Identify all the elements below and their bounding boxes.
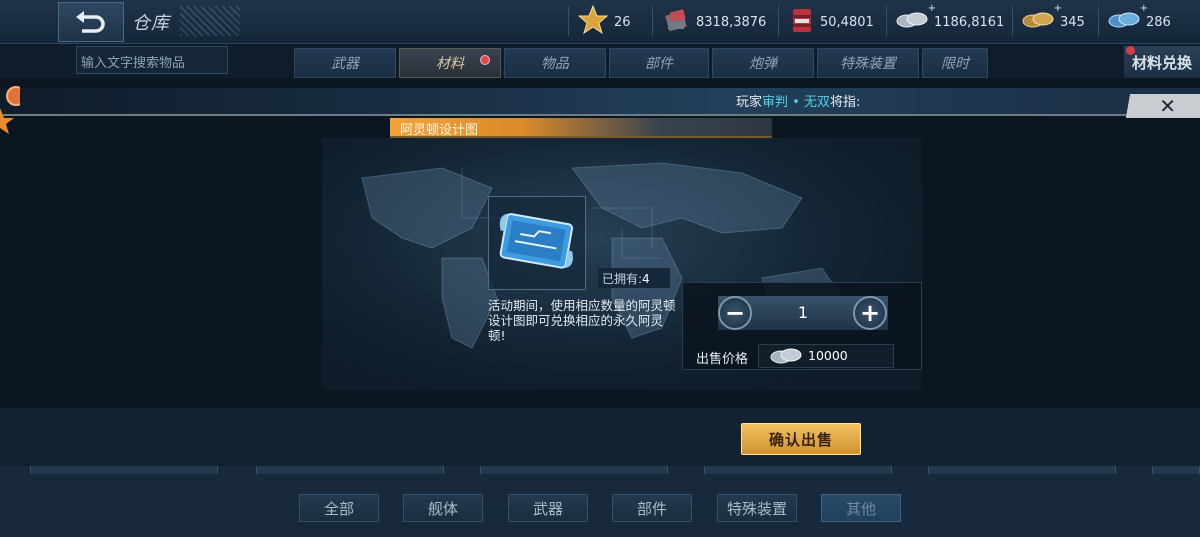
news-prefix: 玩家 xyxy=(736,95,763,110)
item-slot-edge xyxy=(30,466,218,474)
resource-value: 8318,3876 xyxy=(696,14,767,30)
tab-label: 武器 xyxy=(331,56,359,72)
tab-label: 物品 xyxy=(541,56,569,72)
resource-gold[interactable]: + 345 xyxy=(1022,3,1085,38)
item-description: 活动期间，使用相应数量的阿灵顿设计图即可兑换相应的永久阿灵顿! xyxy=(488,298,676,343)
event-badge-icon[interactable] xyxy=(0,86,26,142)
tab-weapons[interactable]: 武器 xyxy=(294,48,396,78)
filter-special-devices[interactable]: 特殊装置 xyxy=(717,494,797,522)
increase-button[interactable]: + xyxy=(853,296,887,330)
owned-value: 4 xyxy=(642,272,650,286)
divider xyxy=(568,6,569,36)
title-decoration xyxy=(180,6,240,36)
item-slot-edge xyxy=(704,466,892,474)
owned-label: 已拥有: xyxy=(602,272,643,286)
resource-value: 26 xyxy=(614,14,631,30)
tab-shells[interactable]: 炮弹 xyxy=(712,48,814,78)
price-value: 10000 xyxy=(808,348,848,363)
resource-value: 50,4801 xyxy=(820,14,874,30)
owned-count: 已拥有:4 xyxy=(598,268,670,288)
resource-gems[interactable]: + 286 xyxy=(1108,3,1171,38)
item-slot-edge xyxy=(480,466,668,474)
tab-parts[interactable]: 部件 xyxy=(609,48,709,78)
tab-label: 材料 xyxy=(436,56,464,72)
blue-gems-icon: + xyxy=(1108,3,1148,35)
resource-silver[interactable]: + 1186,8161 xyxy=(896,3,1005,38)
filter-weapons[interactable]: 武器 xyxy=(508,494,588,522)
tab-label: 特殊装置 xyxy=(840,56,896,72)
notification-dot xyxy=(480,55,490,65)
quantity-value[interactable]: 1 xyxy=(790,303,816,322)
close-button[interactable]: ✕ xyxy=(1120,94,1200,118)
item-name-bar: 阿灵顿设计图 xyxy=(390,118,772,138)
filter-hull[interactable]: 舰体 xyxy=(403,494,483,522)
news-message: 玩家审判 • 无双将指: xyxy=(736,91,860,110)
divider xyxy=(1098,6,1099,36)
material-exchange-button[interactable]: 材料兑换 xyxy=(1124,46,1200,78)
page-title: 仓库 xyxy=(132,13,170,34)
resource-stars: 26 xyxy=(577,4,631,39)
resource-value: 1186,8161 xyxy=(934,14,1005,30)
news-suffix: 将指: xyxy=(829,95,861,110)
decrease-button[interactable]: − xyxy=(718,296,752,330)
notification-dot xyxy=(1126,46,1135,55)
silver-coins-icon xyxy=(770,348,802,364)
close-icon: ✕ xyxy=(1159,94,1176,118)
tab-items[interactable]: 物品 xyxy=(504,48,606,78)
tab-label: 限时 xyxy=(941,56,969,72)
back-arrow-icon xyxy=(76,11,105,33)
item-slot-edge xyxy=(256,466,444,474)
silver-coins-icon: + xyxy=(896,3,936,35)
confirm-sell-button[interactable]: 确认出售 xyxy=(741,423,861,455)
item-slot-edge xyxy=(928,466,1116,474)
exchange-label: 材料兑换 xyxy=(1131,53,1192,72)
divider xyxy=(778,6,779,36)
gold-coins-icon: + xyxy=(1022,3,1062,35)
price-label: 出售价格 xyxy=(696,352,749,367)
add-icon[interactable]: + xyxy=(1140,3,1148,14)
tab-label: 部件 xyxy=(645,56,673,72)
filter-parts[interactable]: 部件 xyxy=(612,494,692,522)
supply-crate-icon xyxy=(664,7,690,37)
minus-icon: − xyxy=(724,299,746,327)
news-player-name[interactable]: 审判 • 无双 xyxy=(762,95,830,110)
blueprint-scroll-icon xyxy=(499,213,574,269)
add-icon[interactable]: + xyxy=(1054,3,1062,14)
tab-materials[interactable]: 材料 xyxy=(399,48,501,78)
filter-all[interactable]: 全部 xyxy=(299,494,379,522)
item-slot xyxy=(488,196,586,290)
bottom-area xyxy=(0,466,1200,537)
item-slot-edge xyxy=(1152,466,1200,474)
resource-fuel: 50,4801 xyxy=(790,6,874,38)
search-input[interactable]: 输入文字搜索物品 xyxy=(76,46,228,74)
tab-limited[interactable]: 限时 xyxy=(922,48,988,78)
resource-value: 286 xyxy=(1146,14,1171,30)
star-icon xyxy=(577,4,609,39)
divider xyxy=(886,6,887,36)
tab-special-devices[interactable]: 特殊装置 xyxy=(817,48,919,78)
add-icon[interactable]: + xyxy=(928,3,936,14)
fuel-barrel-icon xyxy=(790,6,814,38)
resource-value: 345 xyxy=(1060,14,1085,30)
news-ticker xyxy=(0,88,1200,116)
divider xyxy=(652,6,653,36)
plus-icon: + xyxy=(859,299,881,327)
tab-label: 炮弹 xyxy=(749,56,777,72)
confirm-strip xyxy=(0,408,1200,466)
filter-other[interactable]: 其他 xyxy=(821,494,901,522)
back-button[interactable] xyxy=(58,2,124,42)
resource-supplies: 8318,3876 xyxy=(664,6,766,38)
divider xyxy=(1012,6,1013,36)
